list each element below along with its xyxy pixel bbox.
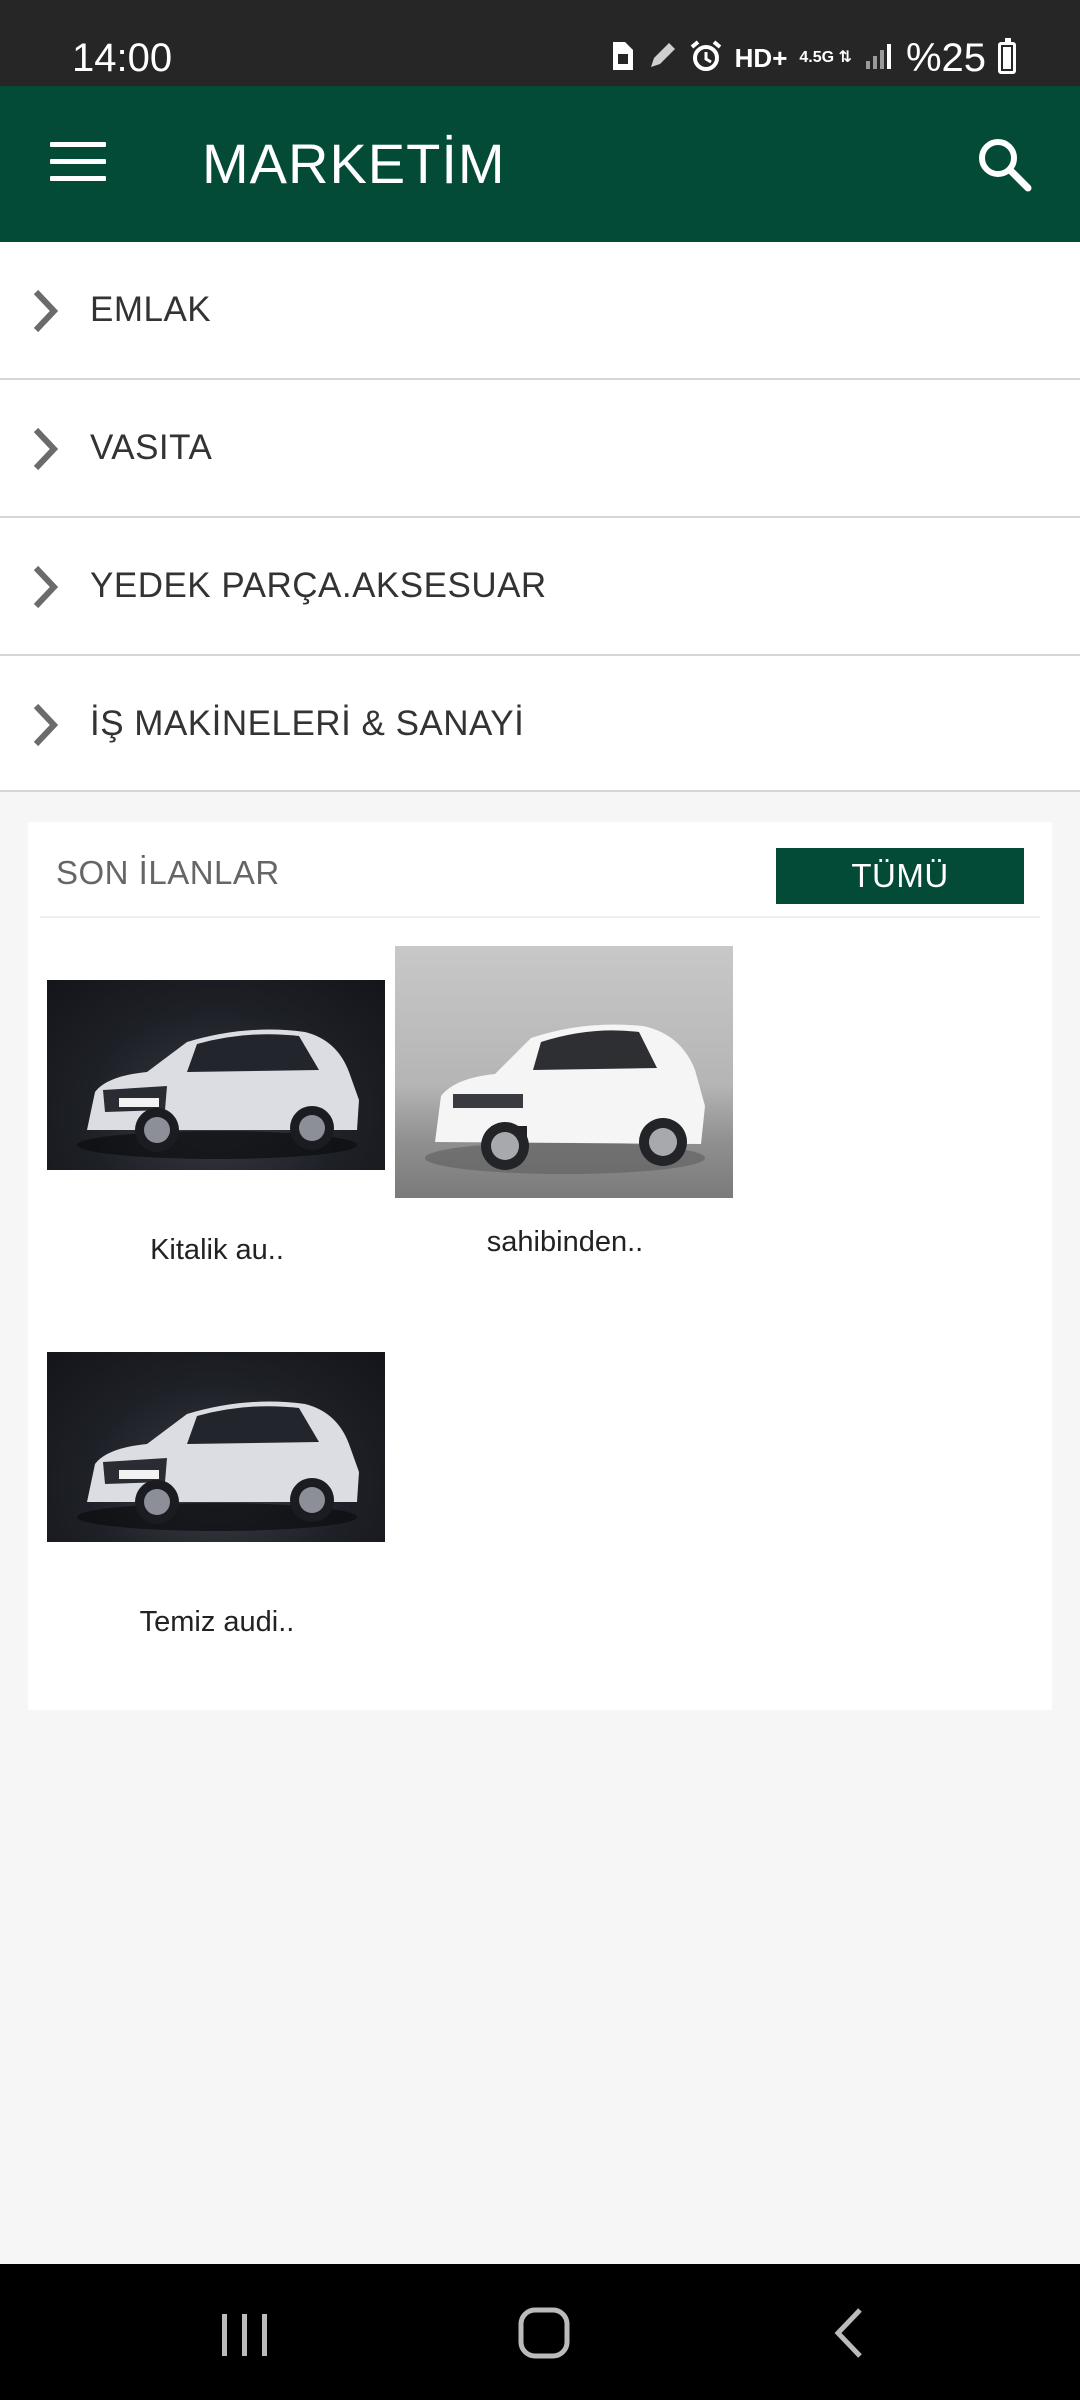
listing-item[interactable]: Kitalik au.. — [47, 980, 387, 1266]
sim-icon — [609, 40, 635, 77]
status-bar: 14:00 HD+ 4.5G ⇅ %25 — [0, 0, 1080, 86]
network-type: HD+ — [734, 42, 788, 73]
signal-icon — [864, 41, 894, 76]
hamburger-menu-icon[interactable] — [50, 142, 106, 186]
listing-caption: Temiz audi.. — [139, 1606, 295, 1638]
search-icon[interactable] — [970, 130, 1040, 200]
status-icons: HD+ 4.5G ⇅ %25 — [609, 30, 1016, 86]
listing-item[interactable]: Temiz audi.. — [47, 1352, 387, 1638]
listing-caption: sahibinden.. — [486, 1226, 644, 1258]
recent-listings-title: SON İLANLAR — [56, 854, 280, 891]
category-list: EMLAK VASITA YEDEK PARÇA.AKSESUAR İŞ MAK… — [0, 242, 1080, 792]
network-gen-label: 4.5G — [799, 49, 835, 66]
chevron-right-icon — [26, 700, 66, 750]
back-icon[interactable] — [770, 2264, 930, 2400]
listing-photo — [395, 946, 733, 1198]
pencil-icon — [647, 41, 677, 76]
alarm-icon — [689, 39, 723, 78]
category-label: EMLAK — [90, 290, 212, 329]
listing-photo — [47, 1352, 385, 1542]
category-label: YEDEK PARÇA.AKSESUAR — [90, 566, 547, 605]
divider — [40, 916, 1040, 918]
battery-icon — [998, 38, 1016, 74]
battery-percent: %25 — [905, 35, 986, 80]
app-title: MARKETİM — [202, 132, 506, 195]
network-generation: 4.5G ⇅ — [799, 50, 852, 66]
recent-apps-icon[interactable] — [164, 2264, 324, 2400]
home-icon[interactable] — [465, 2264, 625, 2400]
listing-item[interactable]: sahibinden.. — [395, 946, 735, 1258]
listing-photo — [47, 980, 385, 1170]
data-arrows-icon: ⇅ — [838, 49, 852, 66]
chevron-right-icon — [26, 424, 66, 474]
chevron-right-icon — [26, 562, 66, 612]
category-item-yedek-parca[interactable]: YEDEK PARÇA.AKSESUAR — [0, 518, 1080, 656]
recent-listings-card: SON İLANLAR TÜMÜ Kitalik au.. sahibinden… — [28, 822, 1052, 1710]
chevron-right-icon — [26, 286, 66, 336]
status-time: 14:00 — [72, 36, 173, 80]
category-item-emlak[interactable]: EMLAK — [0, 242, 1080, 380]
app-bar: MARKETİM — [0, 86, 1080, 242]
category-label: VASITA — [90, 428, 213, 467]
category-label: İŞ MAKİNELERİ & SANAYİ — [90, 704, 525, 743]
listing-caption: Kitalik au.. — [150, 1234, 284, 1266]
category-item-vasita[interactable]: VASITA — [0, 380, 1080, 518]
system-nav-bar — [0, 2264, 1080, 2400]
category-item-is-makineleri[interactable]: İŞ MAKİNELERİ & SANAYİ — [0, 656, 1080, 792]
all-listings-button[interactable]: TÜMÜ — [776, 848, 1024, 904]
